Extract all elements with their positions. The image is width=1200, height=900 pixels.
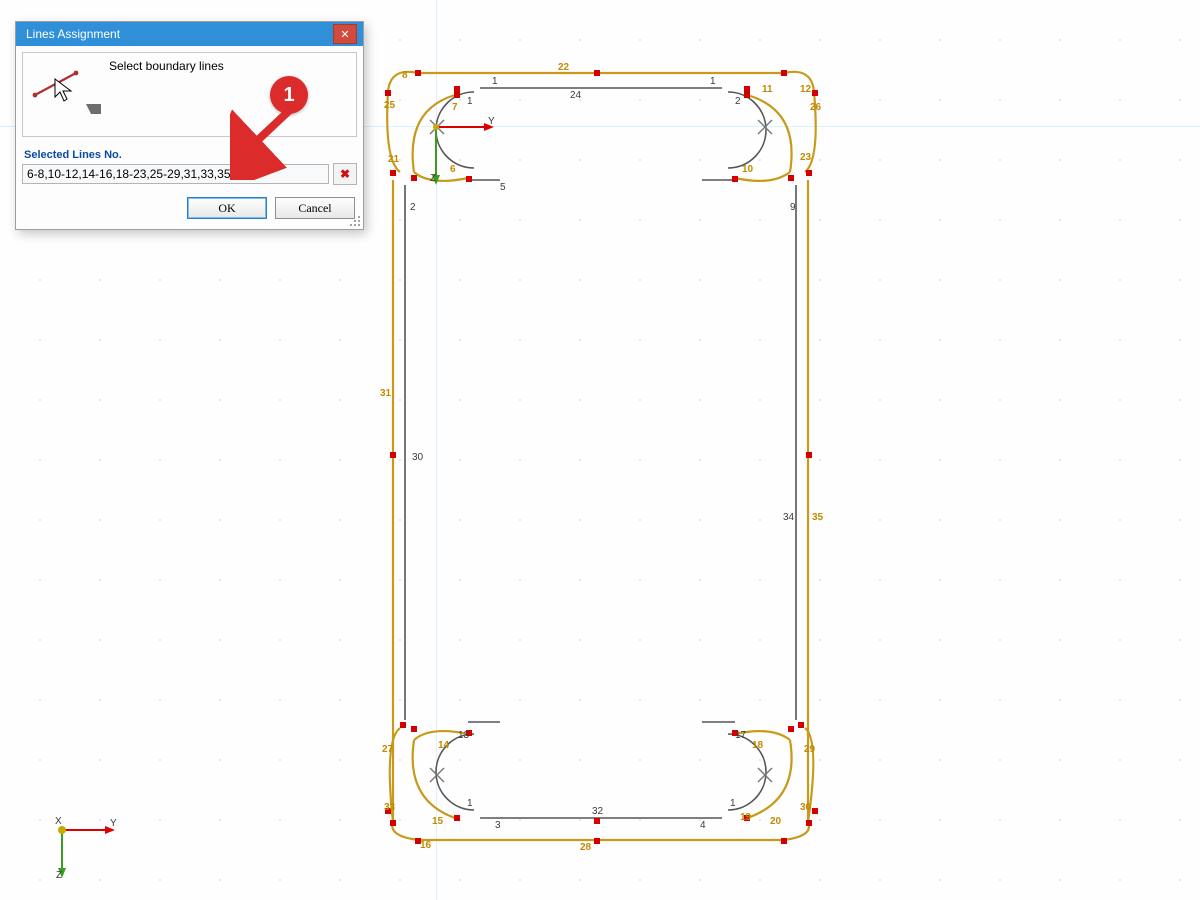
svg-text:28: 28 xyxy=(580,842,592,853)
svg-text:19: 19 xyxy=(740,812,752,823)
svg-text:10: 10 xyxy=(742,164,754,175)
ok-button[interactable]: OK xyxy=(187,197,267,219)
cancel-button[interactable]: Cancel xyxy=(275,197,355,219)
svg-text:29: 29 xyxy=(804,744,816,755)
svg-text:1: 1 xyxy=(492,76,498,87)
svg-text:15: 15 xyxy=(432,816,444,827)
svg-text:30: 30 xyxy=(412,452,424,463)
pick-lines-icon xyxy=(31,59,101,114)
dialog-title: Lines Assignment xyxy=(26,27,120,41)
svg-text:31: 31 xyxy=(380,388,392,399)
svg-text:35: 35 xyxy=(812,512,824,523)
instruction-text: Select boundary lines xyxy=(109,59,224,73)
svg-text:Y: Y xyxy=(110,818,117,829)
svg-text:16: 16 xyxy=(420,840,432,851)
svg-text:33: 33 xyxy=(384,802,396,813)
selected-lines-input[interactable] xyxy=(22,164,329,184)
clear-icon: ✖ xyxy=(340,167,350,181)
svg-text:23: 23 xyxy=(800,152,812,163)
close-icon: ✕ xyxy=(340,28,349,41)
svg-text:22: 22 xyxy=(558,62,570,73)
svg-text:24: 24 xyxy=(570,90,582,101)
svg-text:14: 14 xyxy=(438,740,450,751)
svg-text:7: 7 xyxy=(452,102,458,113)
svg-text:36: 36 xyxy=(800,802,812,813)
dialog-titlebar[interactable]: Lines Assignment ✕ xyxy=(16,22,363,46)
svg-text:20: 20 xyxy=(770,816,782,827)
lines-assignment-dialog: Lines Assignment ✕ Select boundary lines… xyxy=(15,21,364,230)
svg-text:Z: Z xyxy=(56,870,62,880)
callout-badge: 1 xyxy=(270,76,308,114)
svg-text:27: 27 xyxy=(382,744,394,755)
selected-lines-label: Selected Lines No. xyxy=(16,143,363,161)
svg-text:1: 1 xyxy=(730,798,736,809)
svg-text:6: 6 xyxy=(450,164,456,175)
callout-number: 1 xyxy=(283,84,294,107)
svg-text:1: 1 xyxy=(467,96,473,107)
svg-text:1: 1 xyxy=(710,76,716,87)
svg-text:Z: Z xyxy=(430,173,436,184)
svg-text:8: 8 xyxy=(402,70,408,81)
svg-text:4: 4 xyxy=(700,820,706,831)
svg-text:32: 32 xyxy=(592,806,604,817)
ucs-axes-icon: X Y Z xyxy=(50,810,120,880)
dialog-close-button[interactable]: ✕ xyxy=(333,24,357,44)
svg-text:11: 11 xyxy=(762,84,773,95)
svg-text:26: 26 xyxy=(810,102,822,113)
resize-grip-icon[interactable] xyxy=(349,215,361,227)
svg-text:2: 2 xyxy=(410,202,416,213)
svg-text:18: 18 xyxy=(752,740,764,751)
clear-selection-button[interactable]: ✖ xyxy=(333,163,357,185)
svg-text:12: 12 xyxy=(800,84,812,95)
svg-text:2: 2 xyxy=(735,96,741,107)
svg-text:34: 34 xyxy=(783,512,795,523)
svg-text:21: 21 xyxy=(388,154,400,165)
svg-text:9: 9 xyxy=(790,202,796,213)
svg-text:3: 3 xyxy=(495,820,501,831)
svg-text:17: 17 xyxy=(735,730,747,741)
svg-text:X: X xyxy=(55,816,62,827)
svg-text:5: 5 xyxy=(500,182,506,193)
svg-text:Y: Y xyxy=(488,116,495,127)
svg-text:25: 25 xyxy=(384,100,396,111)
svg-text:13: 13 xyxy=(458,730,470,741)
svg-text:1: 1 xyxy=(467,798,473,809)
